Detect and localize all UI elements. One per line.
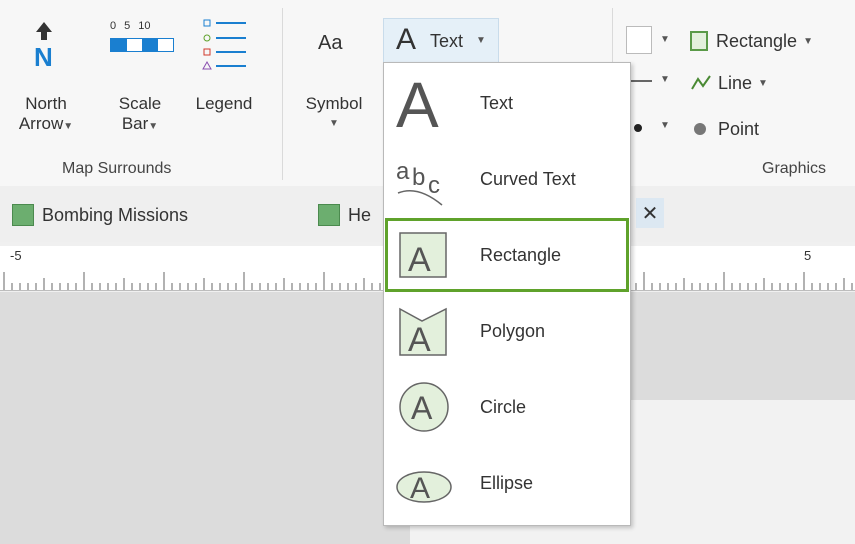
- ruler-label-right: 5: [804, 248, 812, 263]
- curved-text-icon: a b c: [396, 158, 443, 206]
- menu-item-label: Text: [480, 92, 514, 113]
- rectangle-label: Rectangle: [716, 30, 798, 51]
- legend-icon: [202, 19, 246, 70]
- line-graphic-button[interactable]: Line ▼: [690, 68, 810, 98]
- group-separator: [282, 8, 283, 180]
- legend-label: Legend: [195, 94, 253, 113]
- svg-text:A: A: [408, 321, 431, 359]
- point-label: Point: [718, 118, 760, 139]
- line-style-dropdown[interactable]: ▼: [630, 70, 676, 94]
- tab-bombing-missions[interactable]: Bombing Missions: [12, 196, 188, 234]
- symbol-icon: Aa: [318, 32, 343, 54]
- map-icon: [318, 204, 340, 226]
- north-arrow-label: North Arrow▼: [18, 94, 74, 133]
- scale-tick-10: 10: [138, 20, 151, 32]
- menu-item-label: Curved Text: [480, 168, 576, 189]
- close-icon: ✕: [641, 202, 659, 225]
- svg-text:A: A: [396, 73, 439, 133]
- line-label: Line: [718, 72, 753, 93]
- map-icon: [12, 204, 34, 226]
- menu-item-rectangle[interactable]: A Rectangle: [384, 217, 630, 293]
- svg-text:c: c: [428, 172, 440, 199]
- ruler-label-left: -5: [10, 248, 22, 263]
- text-dropdown-button[interactable]: A Text ▼: [383, 18, 499, 62]
- fill-color-dropdown[interactable]: ▼: [626, 26, 674, 56]
- menu-item-label: Ellipse: [480, 472, 534, 493]
- svg-text:A: A: [408, 241, 431, 279]
- tab-label: He: [348, 204, 372, 225]
- map-surrounds-group-label: Map Surrounds: [62, 160, 172, 177]
- text-a-icon: A: [396, 23, 417, 56]
- svg-text:N: N: [34, 42, 53, 70]
- menu-item-ellipse[interactable]: A Ellipse: [384, 445, 630, 521]
- text-dropdown-menu: A Text a b c Curved Text A Rectangle A P…: [383, 62, 631, 526]
- menu-item-label: Circle: [480, 396, 527, 417]
- rectangle-text-icon: A: [399, 232, 447, 279]
- svg-text:A: A: [410, 472, 430, 505]
- circle-text-icon: A: [399, 382, 449, 432]
- close-tab-button[interactable]: ✕: [636, 198, 664, 228]
- menu-item-polygon[interactable]: A Polygon: [384, 293, 630, 369]
- legend-button[interactable]: Legend: [182, 14, 266, 144]
- symbol-button[interactable]: Aa Symbol ▼: [288, 14, 380, 144]
- point-icon: [694, 123, 706, 135]
- scale-tick-5: 5: [124, 20, 131, 32]
- large-text-icon: A: [396, 73, 439, 133]
- scale-bar-button[interactable]: 0 5 10 Scale Bar▼: [104, 14, 176, 144]
- scale-tick-0: 0: [110, 20, 117, 32]
- tab-label: Bombing Missions: [42, 204, 189, 225]
- menu-item-curved-text[interactable]: a b c Curved Text: [384, 141, 630, 217]
- menu-item-circle[interactable]: A Circle: [384, 369, 630, 445]
- graphics-group-label: Graphics: [762, 160, 827, 177]
- menu-item-label: Polygon: [480, 320, 546, 341]
- tab-second-layout[interactable]: He: [318, 196, 371, 234]
- svg-text:A: A: [411, 390, 433, 426]
- point-style-dropdown[interactable]: ▼: [630, 116, 676, 140]
- scale-bar-icon: 0 5 10: [110, 20, 174, 60]
- menu-item-label: Rectangle: [480, 244, 562, 265]
- line-icon: [691, 75, 711, 90]
- rectangle-graphic-button[interactable]: Rectangle ▼: [690, 26, 855, 56]
- symbol-label: Symbol ▼: [305, 94, 363, 129]
- rectangle-icon: [690, 31, 708, 51]
- svg-text:a: a: [396, 158, 410, 185]
- polygon-text-icon: A: [399, 307, 447, 359]
- ellipse-text-icon: A: [396, 471, 452, 505]
- point-graphic-button[interactable]: Point: [690, 114, 810, 144]
- text-button-label: Text: [430, 31, 464, 51]
- menu-item-text[interactable]: A Text: [384, 65, 630, 141]
- svg-text:b: b: [412, 164, 425, 191]
- north-arrow-icon: N: [34, 22, 53, 70]
- north-arrow-button[interactable]: N North Arrow▼: [4, 14, 88, 144]
- scale-bar-label: Scale Bar▼: [118, 94, 162, 133]
